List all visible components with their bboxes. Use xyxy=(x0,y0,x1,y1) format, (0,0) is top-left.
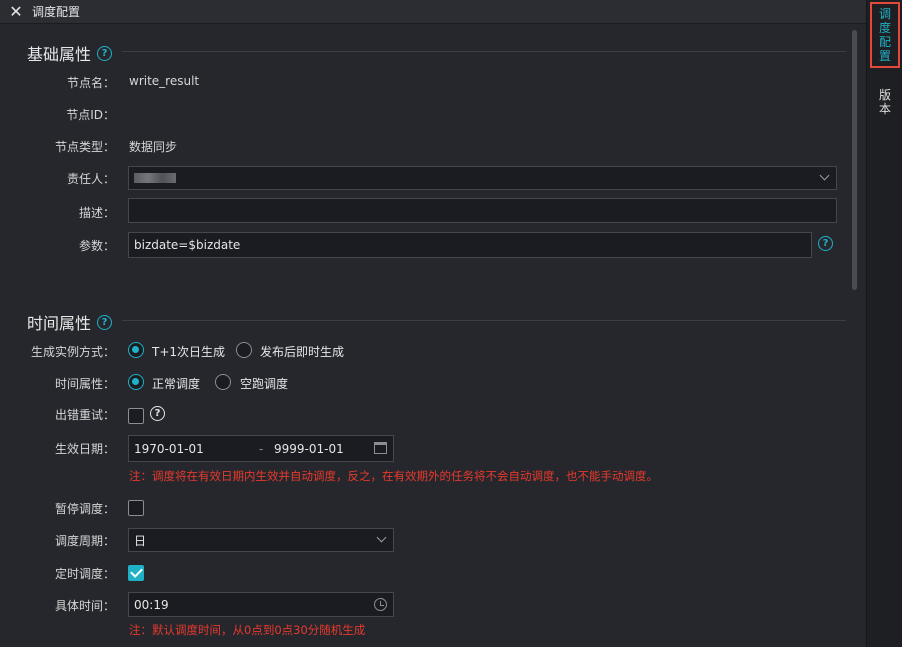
timed-schedule-label: 定时调度： xyxy=(54,567,115,581)
period-value: 日 xyxy=(134,533,147,548)
date-range-picker[interactable]: 1970-01-01 - 9999-01-01 xyxy=(128,435,394,462)
time-section-label: 时间属性 xyxy=(27,314,92,333)
timed-schedule-checkbox[interactable] xyxy=(128,565,144,581)
tab-char: 置 xyxy=(878,49,891,63)
scrollbar[interactable] xyxy=(852,30,857,290)
panel-header: ✕ 调度配置 xyxy=(0,0,866,24)
clock-icon[interactable] xyxy=(374,598,387,611)
pause-checkbox[interactable] xyxy=(128,500,144,516)
main-content: 基础属性 ? 节点名： write_result 节点ID： 节点类型： 数据同… xyxy=(0,25,852,647)
right-tab-bar: 调 度 配 置 版 本 xyxy=(866,0,902,647)
radio-publish-label[interactable]: 发布后即时生成 xyxy=(260,343,344,360)
help-icon[interactable]: ? xyxy=(97,45,113,61)
retry-label: 出错重试： xyxy=(54,408,115,422)
param-input[interactable]: bizdate=$bizdate xyxy=(128,232,812,258)
close-icon[interactable]: ✕ xyxy=(5,1,27,23)
specific-time-picker[interactable]: 00:19 xyxy=(128,592,394,617)
radio-publish-immediate[interactable] xyxy=(236,342,252,358)
pause-label: 暂停调度： xyxy=(54,502,115,516)
period-select[interactable]: 日 xyxy=(128,528,394,552)
basic-section-label: 基础属性 xyxy=(27,45,92,64)
chevron-down-icon xyxy=(376,532,387,543)
tab-char: 度 xyxy=(878,21,891,35)
period-label: 调度周期： xyxy=(54,534,115,548)
instance-mode-label: 生成实例方式： xyxy=(30,345,115,359)
node-type-label: 节点类型： xyxy=(54,140,115,154)
tab-version[interactable]: 版 本 xyxy=(870,88,900,116)
radio-dry-run[interactable] xyxy=(215,374,231,390)
description-input[interactable] xyxy=(128,198,837,223)
tab-char: 版 xyxy=(878,88,891,102)
owner-name-blurred xyxy=(134,173,176,183)
tab-char: 调 xyxy=(878,7,891,21)
node-type-value: 数据同步 xyxy=(129,140,178,154)
date-end[interactable]: 9999-01-01 xyxy=(274,442,344,456)
specific-time-label: 具体时间： xyxy=(54,599,115,613)
radio-normal-schedule[interactable] xyxy=(128,374,144,390)
retry-help-icon[interactable]: ? xyxy=(150,406,165,421)
node-name-value: write_result xyxy=(129,74,200,88)
specific-time-value: 00:19 xyxy=(134,597,169,612)
node-name-label: 节点名： xyxy=(66,76,115,90)
param-help-icon[interactable]: ? xyxy=(818,236,833,251)
basic-section-title: 基础属性 ? xyxy=(27,41,113,65)
time-attr-label: 时间属性： xyxy=(54,377,115,391)
date-note: 注：调度将在有效日期内生效并自动调度，反之，在有效期外的任务将不会自动调度，也不… xyxy=(129,469,658,483)
panel-title: 调度配置 xyxy=(32,5,81,19)
retry-checkbox[interactable] xyxy=(128,408,144,424)
time-section-title: 时间属性 ? xyxy=(27,310,113,334)
node-id-label: 节点ID： xyxy=(66,108,115,122)
tab-char: 配 xyxy=(878,35,891,49)
section-divider xyxy=(122,320,846,321)
radio-t1-next-day[interactable] xyxy=(128,342,144,358)
tab-schedule-config[interactable]: 调 度 配 置 xyxy=(870,2,900,68)
calendar-icon[interactable] xyxy=(374,442,387,454)
tab-char: 本 xyxy=(878,102,891,116)
radio-dry-run-label[interactable]: 空跑调度 xyxy=(240,375,288,392)
param-value: bizdate=$bizdate xyxy=(134,238,241,252)
date-separator: - xyxy=(259,441,264,456)
param-label: 参数： xyxy=(78,239,115,253)
owner-label: 责任人： xyxy=(66,172,115,186)
help-icon[interactable]: ? xyxy=(97,314,113,330)
date-start[interactable]: 1970-01-01 xyxy=(134,442,204,456)
owner-select[interactable] xyxy=(128,166,837,190)
description-label: 描述： xyxy=(78,206,115,220)
time-note: 注：默认调度时间，从0点到0点30分随机生成 xyxy=(129,623,366,637)
section-divider xyxy=(122,51,846,52)
radio-t1-label[interactable]: T+1次日生成 xyxy=(152,343,225,360)
chevron-down-icon xyxy=(819,170,830,181)
effective-date-label: 生效日期： xyxy=(54,442,115,456)
radio-normal-label[interactable]: 正常调度 xyxy=(152,375,200,392)
